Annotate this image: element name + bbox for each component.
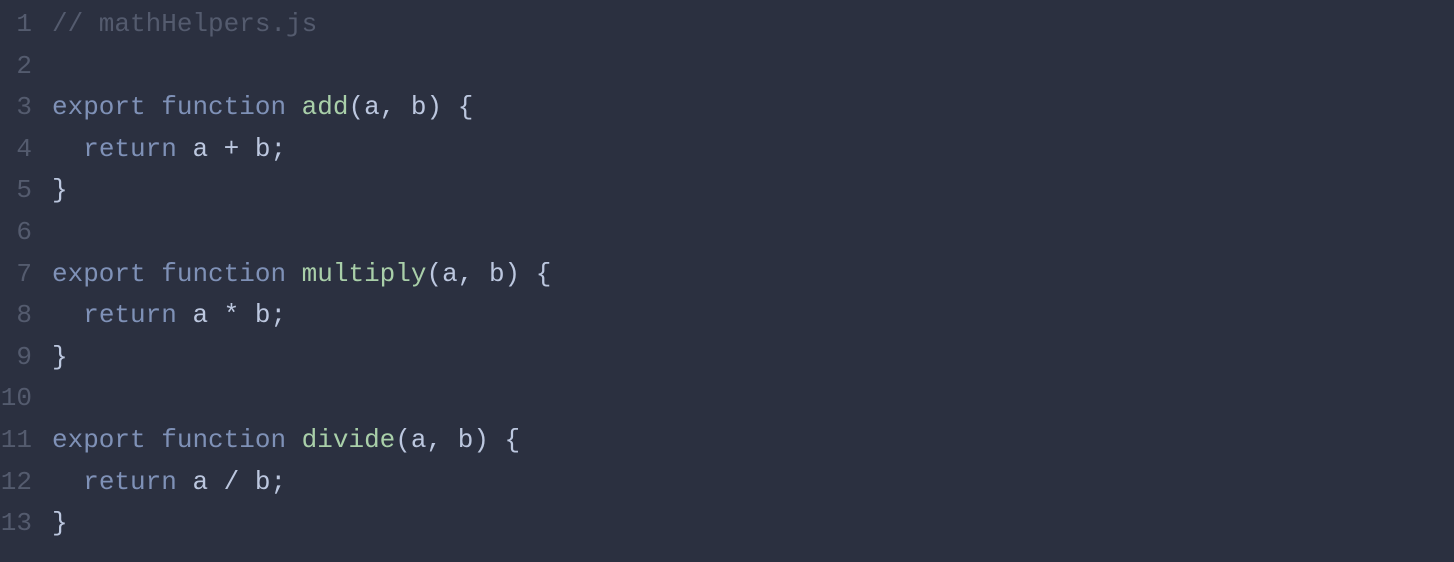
token-punctuation: ; (270, 129, 286, 171)
token-punctuation: ; (270, 462, 286, 504)
code-line[interactable]: 3export function add(a, b) { (0, 87, 1454, 129)
token-plain: a (177, 462, 224, 504)
token-plain (52, 462, 83, 504)
token-keyword: function (161, 254, 286, 296)
line-number: 5 (0, 170, 52, 212)
token-punctuation: } (52, 503, 68, 545)
line-content[interactable]: return a * b; (52, 295, 1454, 337)
token-param: a (411, 420, 427, 462)
token-param: a (364, 87, 380, 129)
line-content[interactable]: export function multiply(a, b) { (52, 254, 1454, 296)
line-number: 3 (0, 87, 52, 129)
line-content[interactable]: return a + b; (52, 129, 1454, 171)
token-keyword: export (52, 420, 146, 462)
code-line[interactable]: 8 return a * b; (0, 295, 1454, 337)
token-punctuation: ) { (427, 87, 474, 129)
token-plain: b (239, 295, 270, 337)
code-line[interactable]: 6 (0, 212, 1454, 254)
code-line[interactable]: 13} (0, 503, 1454, 545)
token-punctuation: } (52, 337, 68, 379)
line-number: 1 (0, 4, 52, 46)
token-plain: b (239, 462, 270, 504)
token-keyword: return (83, 129, 177, 171)
token-param: b (458, 420, 474, 462)
code-line[interactable]: 11export function divide(a, b) { (0, 420, 1454, 462)
code-line[interactable]: 1// mathHelpers.js (0, 4, 1454, 46)
token-punctuation: ( (348, 87, 364, 129)
token-plain (286, 254, 302, 296)
token-plain (286, 87, 302, 129)
line-content[interactable]: } (52, 337, 1454, 379)
token-function-name: divide (302, 420, 396, 462)
token-punctuation: , (427, 420, 458, 462)
token-keyword: return (83, 462, 177, 504)
line-content[interactable]: } (52, 503, 1454, 545)
token-plain (146, 420, 162, 462)
code-line[interactable]: 5} (0, 170, 1454, 212)
token-keyword: function (161, 87, 286, 129)
token-plain: a (177, 295, 224, 337)
token-punctuation: , (458, 254, 489, 296)
line-content[interactable]: export function divide(a, b) { (52, 420, 1454, 462)
token-punctuation: } (52, 170, 68, 212)
token-plain (52, 129, 83, 171)
token-keyword: export (52, 254, 146, 296)
code-line[interactable]: 4 return a + b; (0, 129, 1454, 171)
token-param: b (411, 87, 427, 129)
line-number: 7 (0, 254, 52, 296)
token-punctuation: ) { (473, 420, 520, 462)
token-keyword: function (161, 420, 286, 462)
token-punctuation: ; (270, 295, 286, 337)
token-plain (286, 420, 302, 462)
token-function-name: add (302, 87, 349, 129)
token-plain (52, 295, 83, 337)
code-line[interactable]: 2 (0, 46, 1454, 88)
token-plain (146, 254, 162, 296)
token-plain: a (177, 129, 224, 171)
code-line[interactable]: 9} (0, 337, 1454, 379)
line-number: 11 (0, 420, 52, 462)
line-number: 6 (0, 212, 52, 254)
line-number: 10 (0, 378, 52, 420)
token-function-name: multiply (302, 254, 427, 296)
line-number: 9 (0, 337, 52, 379)
token-param: a (442, 254, 458, 296)
token-param: b (489, 254, 505, 296)
line-number: 2 (0, 46, 52, 88)
token-punctuation: ( (395, 420, 411, 462)
line-number: 12 (0, 462, 52, 504)
line-content[interactable]: } (52, 170, 1454, 212)
token-operator: + (224, 129, 240, 171)
code-line[interactable]: 7export function multiply(a, b) { (0, 254, 1454, 296)
token-punctuation: , (380, 87, 411, 129)
token-operator: * (224, 295, 240, 337)
token-operator: / (224, 462, 240, 504)
line-content[interactable]: export function add(a, b) { (52, 87, 1454, 129)
token-keyword: export (52, 87, 146, 129)
code-editor[interactable]: 1// mathHelpers.js23export function add(… (0, 4, 1454, 545)
token-punctuation: ( (427, 254, 443, 296)
token-plain: b (239, 129, 270, 171)
token-punctuation: ) { (505, 254, 552, 296)
line-number: 13 (0, 503, 52, 545)
token-keyword: return (83, 295, 177, 337)
line-content[interactable]: return a / b; (52, 462, 1454, 504)
token-plain (146, 87, 162, 129)
token-comment: // mathHelpers.js (52, 4, 317, 46)
line-content[interactable]: // mathHelpers.js (52, 4, 1454, 46)
line-number: 4 (0, 129, 52, 171)
line-number: 8 (0, 295, 52, 337)
code-line[interactable]: 12 return a / b; (0, 462, 1454, 504)
code-line[interactable]: 10 (0, 378, 1454, 420)
